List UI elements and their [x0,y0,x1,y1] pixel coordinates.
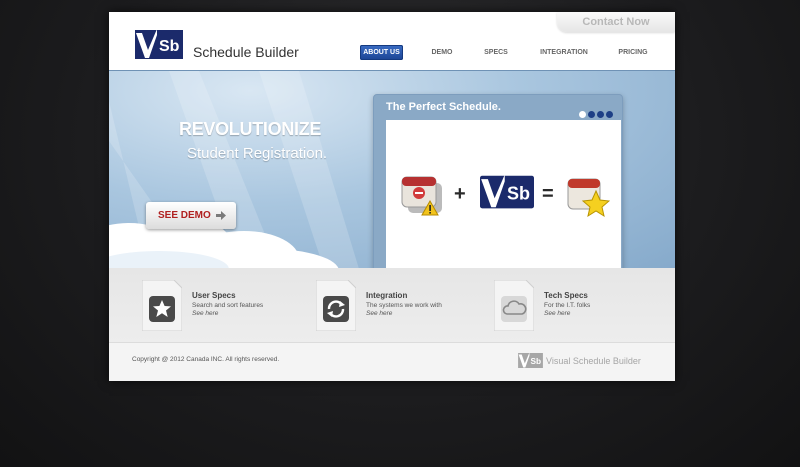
star-icon [142,280,182,331]
slider-dot-4[interactable] [606,111,613,118]
site-header: Sb Schedule Builder ABOUT US DEMO SPECS … [109,12,675,70]
slider-dot-2[interactable] [588,111,595,118]
equals-sign: = [542,183,554,205]
copyright-text: Copyright @ 2012 Canada INC. All rights … [132,356,280,363]
feature-link[interactable]: See here [366,310,392,317]
cloud-icon [494,280,534,331]
feature-tech-specs[interactable]: Tech Specs For the I.T. folks See here [494,280,654,335]
feature-desc: For the I.T. folks [544,302,591,309]
nav-demo[interactable]: DEMO [426,45,458,60]
arrow-right-icon [216,211,226,220]
product-slider: The Perfect Schedule. + Sb = [373,94,623,283]
features-strip: User Specs Search and sort features See … [109,268,675,342]
feature-title: User Specs [192,291,236,300]
site-footer: Copyright @ 2012 Canada INC. All rights … [109,342,675,381]
feature-link[interactable]: See here [192,310,218,317]
see-demo-button[interactable]: SEE DEMO [146,202,236,229]
plus-sign: + [454,183,466,205]
logo-large-text: Sb [507,183,530,203]
feature-desc: Search and sort features [192,302,264,309]
nav-about-us[interactable]: ABOUT US [360,45,403,60]
hero-headline: REVOLUTIONIZE [179,119,322,139]
hero-subline: Student Registration. [187,145,328,162]
brand-name: Schedule Builder [193,44,299,60]
feature-title: Tech Specs [544,291,588,300]
footer-logo[interactable]: Sb [518,353,543,368]
feature-link[interactable]: See here [544,310,570,317]
calendar-star-icon [567,178,610,218]
page-container: Contact Now Sb Schedule Builder ABOUT US… [109,12,675,381]
feature-desc: The systems we work with [366,302,442,309]
nav-integration[interactable]: INTEGRATION [536,45,592,60]
slider-dot-3[interactable] [597,111,604,118]
see-demo-label: SEE DEMO [158,210,211,221]
slider-panel: + Sb = [386,120,621,276]
slider-dot-1[interactable] [579,111,586,118]
nav-pricing[interactable]: PRICING [615,45,651,60]
slider-title: The Perfect Schedule. [386,101,501,113]
calendar-warning-icon [401,176,442,216]
footer-brand: Visual Schedule Builder [546,356,641,366]
feature-user-specs[interactable]: User Specs Search and sort features See … [142,280,302,335]
vsb-logo[interactable]: Sb [135,30,183,59]
sync-arrows-icon [316,280,356,331]
nav-specs[interactable]: SPECS [480,45,512,60]
feature-integration[interactable]: Integration The systems we work with See… [316,280,476,335]
feature-title: Integration [366,291,408,300]
vsb-logo-large: Sb [480,175,534,209]
logo-text: Sb [159,38,180,55]
footer-logo-text: Sb [531,357,542,366]
